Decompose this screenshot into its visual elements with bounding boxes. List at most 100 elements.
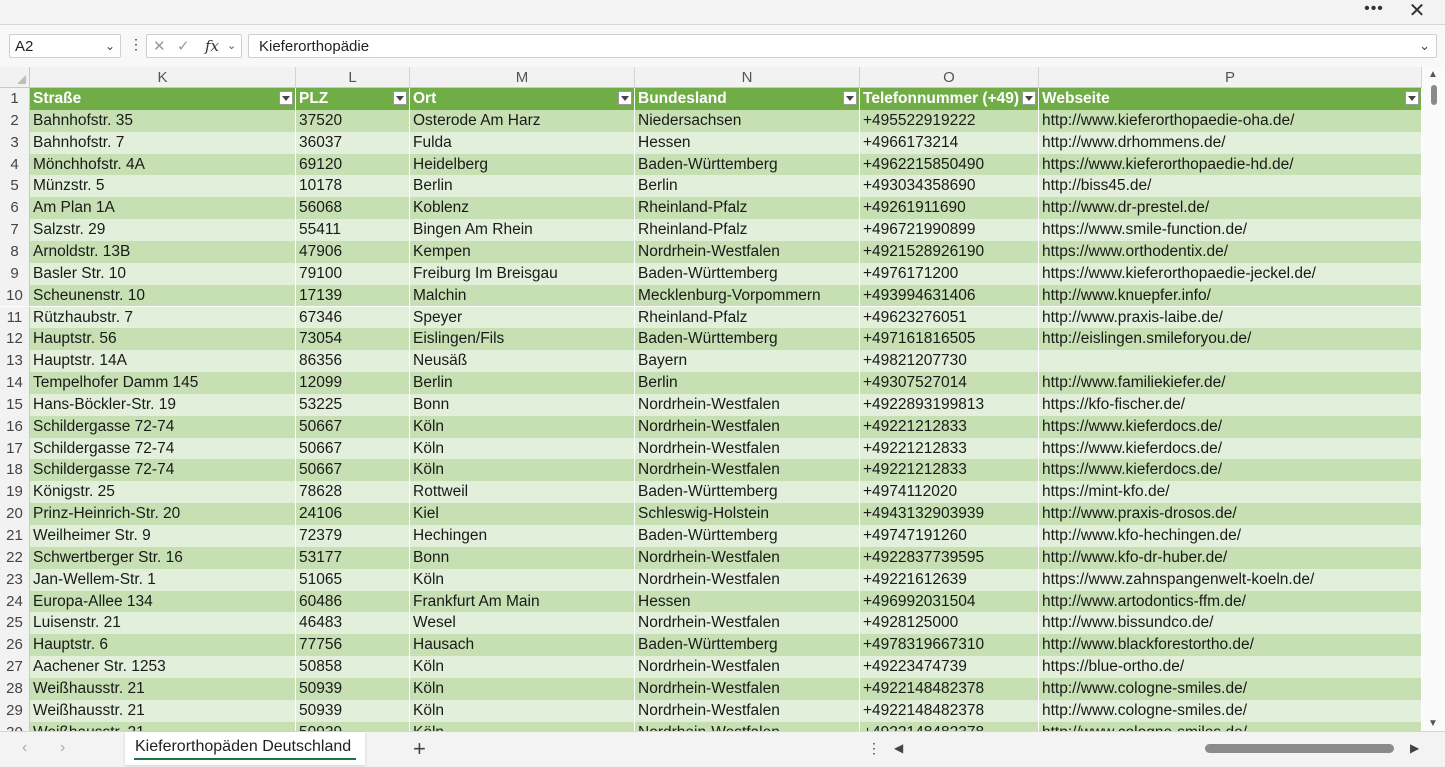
header-cell[interactable]: Ort (410, 88, 635, 110)
table-cell[interactable]: Neusäß (410, 350, 635, 373)
table-cell[interactable]: 24106 (296, 503, 410, 525)
table-cell[interactable]: +4943132903939 (860, 503, 1039, 525)
table-cell[interactable]: http://www.dr-prestel.de/ (1039, 197, 1422, 220)
header-cell[interactable]: PLZ (296, 88, 410, 110)
table-cell[interactable]: Am Plan 1A (30, 197, 296, 220)
row-number[interactable]: 29 (0, 699, 30, 722)
table-cell[interactable]: +497161816505 (860, 328, 1039, 351)
table-cell[interactable]: Weißhausstr. 21 (30, 699, 296, 722)
row-number[interactable]: 28 (0, 677, 30, 700)
next-sheet-icon[interactable]: › (60, 739, 65, 757)
row-number[interactable]: 19 (0, 481, 30, 504)
row-number[interactable]: 2 (0, 109, 30, 132)
table-cell[interactable]: http://www.drhommens.de/ (1039, 131, 1422, 154)
table-cell[interactable]: 77756 (296, 634, 410, 657)
table-cell[interactable]: +4966173214 (860, 131, 1039, 154)
table-cell[interactable]: Baden-Württemberg (635, 262, 860, 285)
table-cell[interactable]: http://www.cologne-smiles.de/ (1039, 677, 1422, 700)
table-cell[interactable]: Jan-Wellem-Str. 1 (30, 568, 296, 591)
table-cell[interactable]: Schildergasse 72-74 (30, 415, 296, 438)
row-number[interactable]: 1 (0, 88, 30, 110)
table-cell[interactable]: Eislingen/Fils (410, 328, 635, 351)
row-number[interactable]: 7 (0, 219, 30, 241)
table-cell[interactable]: Freiburg Im Breisgau (410, 262, 635, 285)
table-cell[interactable]: +4922893199813 (860, 393, 1039, 416)
name-box[interactable]: A2 ⌄ (9, 34, 121, 58)
insert-function-icon[interactable]: fx (205, 37, 219, 55)
close-icon[interactable]: ✕ (1407, 1, 1427, 21)
table-cell[interactable]: Berlin (635, 175, 860, 198)
table-cell[interactable]: Koblenz (410, 197, 635, 220)
table-cell[interactable]: Hauptstr. 14A (30, 350, 296, 373)
table-cell[interactable]: Nordrhein-Westfalen (635, 546, 860, 569)
table-cell[interactable]: http://www.cologne-smiles.de/ (1039, 699, 1422, 722)
table-cell[interactable]: https://www.smile-function.de/ (1039, 219, 1422, 241)
row-number[interactable]: 3 (0, 131, 30, 154)
filter-dropdown-icon[interactable] (843, 91, 857, 105)
column-header[interactable]: P (1039, 67, 1422, 88)
table-cell[interactable]: 50939 (296, 699, 410, 722)
row-number[interactable]: 6 (0, 197, 30, 220)
table-cell[interactable]: http://www.cologne-smiles.de/ (1039, 721, 1422, 731)
table-cell[interactable]: +4922148482378 (860, 677, 1039, 700)
row-number[interactable]: 17 (0, 437, 30, 460)
table-cell[interactable]: Hans-Böckler-Str. 19 (30, 393, 296, 416)
row-number[interactable]: 21 (0, 525, 30, 547)
chevron-down-icon[interactable]: ⌄ (105, 39, 115, 53)
table-cell[interactable]: http://www.kfo-hechingen.de/ (1039, 525, 1422, 547)
scroll-down-icon[interactable]: ▼ (1428, 718, 1438, 729)
horizontal-scroll-thumb[interactable] (1205, 744, 1394, 753)
table-cell[interactable]: 55411 (296, 219, 410, 241)
table-cell[interactable]: Berlin (635, 372, 860, 394)
table-cell[interactable]: Europa-Allee 134 (30, 590, 296, 613)
row-number[interactable]: 5 (0, 175, 30, 198)
table-cell[interactable]: +49261911690 (860, 197, 1039, 220)
table-cell[interactable]: Salzstr. 29 (30, 219, 296, 241)
row-number[interactable]: 30 (0, 721, 30, 731)
table-cell[interactable]: Osterode Am Harz (410, 109, 635, 132)
table-cell[interactable]: Rheinland-Pfalz (635, 197, 860, 220)
table-cell[interactable]: +49221212833 (860, 415, 1039, 438)
table-cell[interactable]: Nordrhein-Westfalen (635, 459, 860, 482)
more-options-icon[interactable]: ••• (1363, 1, 1385, 20)
table-cell[interactable]: 50939 (296, 677, 410, 700)
table-cell[interactable]: Kiel (410, 503, 635, 525)
table-cell[interactable]: Heidelberg (410, 153, 635, 176)
table-cell[interactable]: http://www.artodontics-ffm.de/ (1039, 590, 1422, 613)
table-cell[interactable]: 10178 (296, 175, 410, 198)
table-cell[interactable]: 12099 (296, 372, 410, 394)
table-cell[interactable]: 67346 (296, 306, 410, 329)
table-cell[interactable]: 79100 (296, 262, 410, 285)
table-cell[interactable]: https://www.kieferdocs.de/ (1039, 415, 1422, 438)
table-cell[interactable]: Schleswig-Holstein (635, 503, 860, 525)
table-cell[interactable]: 73054 (296, 328, 410, 351)
table-cell[interactable] (1039, 350, 1422, 373)
row-number[interactable]: 26 (0, 634, 30, 657)
column-header[interactable]: L (296, 67, 410, 88)
table-cell[interactable]: Bingen Am Rhein (410, 219, 635, 241)
table-cell[interactable]: Frankfurt Am Main (410, 590, 635, 613)
table-cell[interactable]: 50858 (296, 656, 410, 678)
table-cell[interactable]: +4922148482378 (860, 721, 1039, 731)
table-cell[interactable]: +49221212833 (860, 459, 1039, 482)
table-cell[interactable]: 72379 (296, 525, 410, 547)
table-cell[interactable]: 50939 (296, 721, 410, 731)
row-number[interactable]: 10 (0, 284, 30, 307)
spreadsheet-grid[interactable]: K L M N O P 1 Straße PLZ Ort Bundesland Telefonnumm… (0, 67, 1422, 731)
table-cell[interactable]: Baden-Württemberg (635, 525, 860, 547)
table-cell[interactable]: Mecklenburg-Vorpommern (635, 284, 860, 307)
table-cell[interactable]: http://www.kieferorthopaedie-oha.de/ (1039, 109, 1422, 132)
table-cell[interactable]: Tempelhofer Damm 145 (30, 372, 296, 394)
row-number[interactable]: 24 (0, 590, 30, 613)
table-cell[interactable]: Hessen (635, 131, 860, 154)
table-cell[interactable]: Nordrhein-Westfalen (635, 437, 860, 460)
filter-dropdown-icon[interactable] (1405, 91, 1419, 105)
table-cell[interactable]: Arnoldstr. 13B (30, 240, 296, 263)
table-cell[interactable]: Nordrhein-Westfalen (635, 568, 860, 591)
table-cell[interactable]: Scheunenstr. 10 (30, 284, 296, 307)
row-number[interactable]: 11 (0, 306, 30, 329)
scroll-left-icon[interactable]: ◀ (894, 741, 903, 755)
chevron-down-icon[interactable]: ⌄ (227, 39, 236, 52)
table-cell[interactable]: http://www.familiekiefer.de/ (1039, 372, 1422, 394)
table-cell[interactable]: Hausach (410, 634, 635, 657)
